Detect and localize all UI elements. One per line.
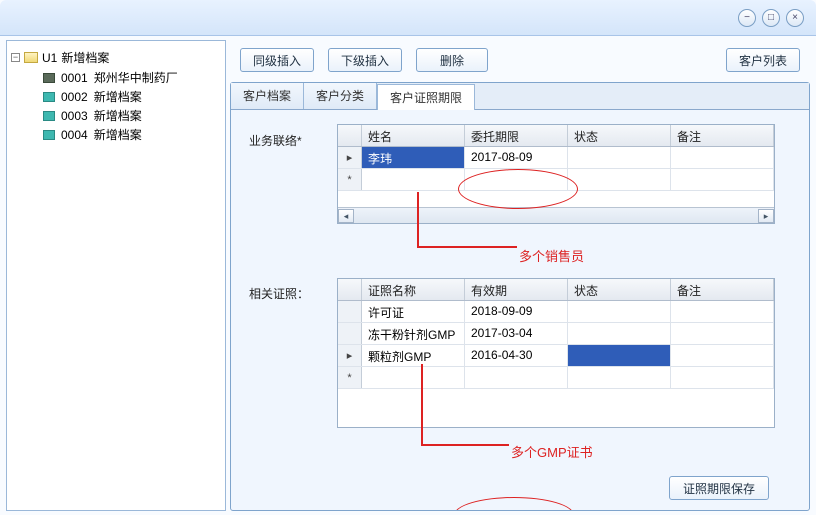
annotation-line — [417, 246, 517, 248]
col-note[interactable]: 备注 — [671, 125, 774, 146]
right-panel: 同级插入 下级插入 删除 客户列表 客户档案 客户分类 客户证照期限 业务联络*… — [228, 36, 816, 515]
new-row-icon: * — [338, 367, 362, 388]
tree-root-code: U1 — [42, 51, 57, 65]
col-cert-name[interactable]: 证照名称 — [362, 279, 465, 300]
collapse-icon[interactable]: − — [11, 53, 20, 62]
record-icon — [43, 130, 55, 140]
tree-item-label: 新增档案 — [94, 88, 142, 105]
insert-child-button[interactable]: 下级插入 — [328, 48, 402, 72]
row-indicator-icon: ▸ — [338, 147, 362, 168]
close-button[interactable]: × — [786, 9, 804, 27]
title-bar: − □ × — [0, 0, 816, 36]
tree-item-code: 0004 — [61, 128, 88, 142]
annotation-circle — [454, 497, 574, 510]
cell-status[interactable] — [568, 147, 671, 168]
new-row-icon: * — [338, 169, 362, 190]
tree-root[interactable]: − U1 新增档案 — [11, 49, 221, 66]
license-grid[interactable]: 证照名称 有效期 状态 备注 许可证 2018-09-09 冻干 — [337, 278, 775, 428]
record-icon — [43, 92, 55, 102]
license-grid-header: 证照名称 有效期 状态 备注 — [338, 279, 774, 301]
tab-license[interactable]: 客户证照期限 — [377, 84, 475, 110]
cell-cert[interactable]: 许可证 — [362, 301, 465, 322]
tree-item-0004[interactable]: 0004 新增档案 — [11, 125, 221, 144]
tree-item-code: 0002 — [61, 90, 88, 104]
new-row[interactable]: * — [338, 169, 774, 191]
toolbar: 同级插入 下级插入 删除 客户列表 — [230, 40, 810, 78]
cell-status[interactable] — [568, 345, 671, 366]
cell-note[interactable] — [671, 301, 774, 322]
row-indicator-icon: ▸ — [338, 345, 362, 366]
col-status[interactable]: 状态 — [568, 125, 671, 146]
horizontal-scrollbar[interactable]: ◂ ▸ — [338, 207, 774, 223]
tree-item-code: 0001 — [61, 71, 88, 85]
tab-body: 业务联络* 相关证照： 姓名 委托期限 状态 备注 ▸ 李玮 2017-08-0… — [231, 110, 809, 510]
cell-date[interactable]: 2017-08-09 — [465, 147, 568, 168]
tab-archive[interactable]: 客户档案 — [231, 83, 304, 109]
cell-valid[interactable]: 2018-09-09 — [465, 301, 568, 322]
tree-item-code: 0003 — [61, 109, 88, 123]
cell-status[interactable] — [568, 301, 671, 322]
tree-panel: − U1 新增档案 0001 郑州华中制药厂 0002 新增档案 0003 新增… — [6, 40, 226, 511]
contact-grid[interactable]: 姓名 委托期限 状态 备注 ▸ 李玮 2017-08-09 * — [337, 124, 775, 224]
main-area: − U1 新增档案 0001 郑州华中制药厂 0002 新增档案 0003 新增… — [0, 36, 816, 515]
cell-valid[interactable]: 2016-04-30 — [465, 345, 568, 366]
cell-note[interactable] — [671, 345, 774, 366]
tree-item-0003[interactable]: 0003 新增档案 — [11, 106, 221, 125]
col-status[interactable]: 状态 — [568, 279, 671, 300]
cell-note[interactable] — [671, 147, 774, 168]
col-date[interactable]: 委托期限 — [465, 125, 568, 146]
cell-status[interactable] — [568, 323, 671, 344]
record-icon — [43, 111, 55, 121]
scroll-right-icon[interactable]: ▸ — [758, 209, 774, 223]
annotation-multi-sales: 多个销售员 — [519, 246, 584, 265]
folder-icon — [24, 52, 38, 63]
annotation-multi-gmp: 多个GMP证书 — [511, 442, 593, 461]
cell-cert[interactable]: 冻干粉针剂GMP — [362, 323, 465, 344]
tree-root-label: 新增档案 — [61, 49, 109, 66]
tab-strip: 客户档案 客户分类 客户证照期限 — [231, 83, 809, 110]
scroll-left-icon[interactable]: ◂ — [338, 209, 354, 223]
maximize-button[interactable]: □ — [762, 9, 780, 27]
table-row[interactable]: ▸ 颗粒剂GMP 2016-04-30 — [338, 345, 774, 367]
contact-grid-header: 姓名 委托期限 状态 备注 — [338, 125, 774, 147]
tree-item-label: 新增档案 — [94, 126, 142, 143]
col-note[interactable]: 备注 — [671, 279, 774, 300]
customer-list-button[interactable]: 客户列表 — [726, 48, 800, 72]
contact-label: 业务联络* — [249, 132, 302, 149]
col-valid[interactable]: 有效期 — [465, 279, 568, 300]
annotation-line — [421, 444, 509, 446]
tree-item-label: 郑州华中制药厂 — [94, 69, 178, 86]
tree-item-label: 新增档案 — [94, 107, 142, 124]
tree-item-0002[interactable]: 0002 新增档案 — [11, 87, 221, 106]
table-row[interactable]: 冻干粉针剂GMP 2017-03-04 — [338, 323, 774, 345]
tab-category[interactable]: 客户分类 — [304, 83, 377, 109]
license-label: 相关证照： — [249, 285, 309, 302]
col-name[interactable]: 姓名 — [362, 125, 465, 146]
new-row[interactable]: * — [338, 367, 774, 389]
record-icon — [43, 73, 55, 83]
cell-valid[interactable]: 2017-03-04 — [465, 323, 568, 344]
insert-same-button[interactable]: 同级插入 — [240, 48, 314, 72]
delete-button[interactable]: 删除 — [416, 48, 488, 72]
content-box: 客户档案 客户分类 客户证照期限 业务联络* 相关证照： 姓名 委托期限 状态 … — [230, 82, 810, 511]
save-license-button[interactable]: 证照期限保存 — [669, 476, 769, 500]
minimize-button[interactable]: − — [738, 9, 756, 27]
cell-cert[interactable]: 颗粒剂GMP — [362, 345, 465, 366]
table-row[interactable]: 许可证 2018-09-09 — [338, 301, 774, 323]
tree-item-0001[interactable]: 0001 郑州华中制药厂 — [11, 68, 221, 87]
cell-name[interactable]: 李玮 — [362, 147, 465, 168]
table-row[interactable]: ▸ 李玮 2017-08-09 — [338, 147, 774, 169]
cell-note[interactable] — [671, 323, 774, 344]
